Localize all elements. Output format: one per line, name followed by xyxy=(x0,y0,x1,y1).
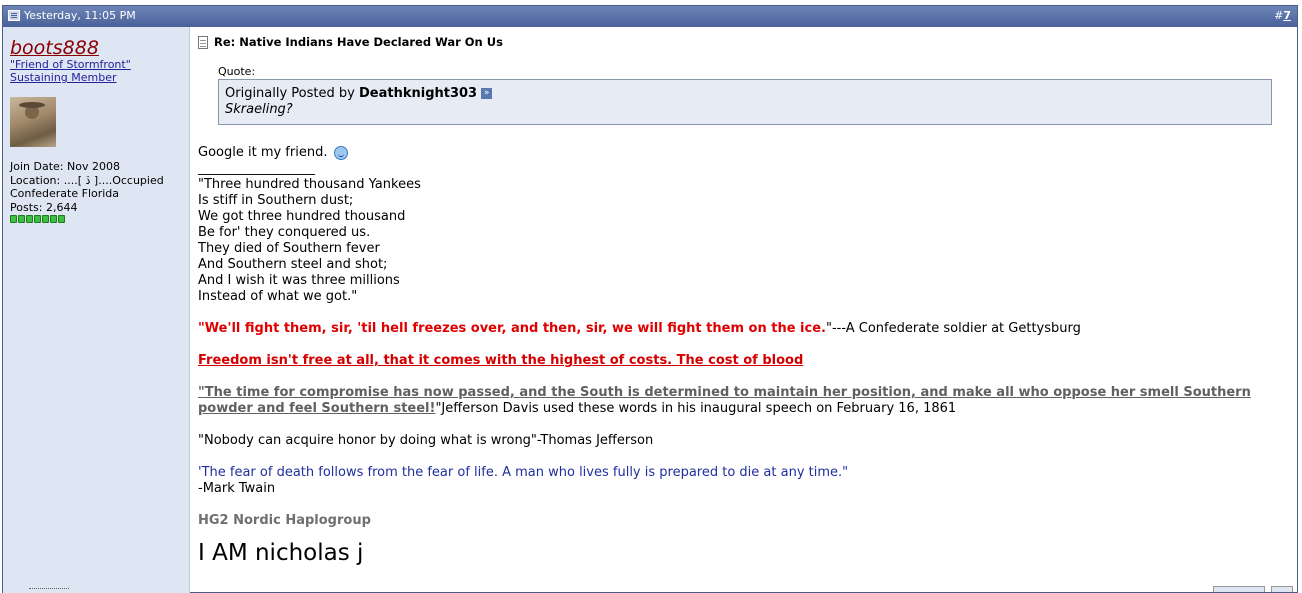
user-info-panel: boots888 "Friend of Stormfront" Sustaini… xyxy=(3,27,190,593)
signature-big-text: I AM nicholas j xyxy=(198,540,364,566)
post-content: Re: Native Indians Have Declared War On … xyxy=(190,27,1297,592)
poem-line: Instead of what we got." xyxy=(198,289,358,304)
post-count: Posts: 2,644 xyxy=(10,200,78,214)
poem-line: Be for' they conquered us. xyxy=(198,225,371,240)
signature-quote-1: "We'll fight them, sir, 'til hell freeze… xyxy=(198,321,1081,336)
signature-quote-5: 'The fear of death follows from the fear… xyxy=(198,465,849,480)
post-number[interactable]: #7 xyxy=(1274,9,1291,22)
quote-box: Originally Posted by Deathknight303» Skr… xyxy=(218,79,1272,125)
location-continued: Confederate Florida xyxy=(10,187,120,200)
reputation-pip xyxy=(50,215,57,223)
user-title-line[interactable]: "Friend of Stormfront" xyxy=(10,58,131,71)
post-title-text: Re: Native Indians Have Declared War On … xyxy=(214,35,503,49)
signature-quote-3: "The time for compromise has now passed,… xyxy=(198,385,1251,416)
poem-line: And Southern steel and shot; xyxy=(198,257,388,272)
location: Location: ....[ ڏ ]....Occupied xyxy=(10,173,164,187)
quote-author: Deathknight303 xyxy=(358,86,478,101)
document-icon xyxy=(198,35,208,49)
signature-quote-5-author: -Mark Twain xyxy=(198,481,276,496)
view-post-arrow-icon[interactable]: » xyxy=(481,88,493,99)
poem-line: And I wish it was three millions xyxy=(198,273,400,288)
reputation-pip xyxy=(42,215,49,223)
reputation-pip xyxy=(10,215,17,223)
join-date: Join Date: Nov 2008 xyxy=(10,160,120,173)
signature-quote-2[interactable]: Freedom isn't free at all, that it comes… xyxy=(198,353,1294,369)
multi-quote-button[interactable] xyxy=(1271,586,1293,592)
smiley-icon xyxy=(333,145,348,160)
user-title[interactable]: "Friend of Stormfront" Sustaining Member xyxy=(10,58,131,84)
poem-line: Is stiff in Southern dust; xyxy=(198,193,354,208)
reply-text: Google it my friend. xyxy=(198,145,328,160)
post-title: Re: Native Indians Have Declared War On … xyxy=(198,35,503,49)
post-date: Yesterday, 11:05 PM xyxy=(8,9,136,22)
haplogroup-text: HG2 Nordic Haplogroup xyxy=(198,513,371,528)
post-action-buttons xyxy=(1213,586,1293,592)
reputation-pip xyxy=(26,215,33,223)
reputation-bar xyxy=(10,215,164,223)
avatar[interactable] xyxy=(10,97,56,147)
signature: "Three hundred thousand Yankees Is stiff… xyxy=(198,177,1294,567)
user-rank-line[interactable]: Sustaining Member xyxy=(10,71,131,84)
quote-label: Quote: xyxy=(218,65,256,78)
forum-post: Yesterday, 11:05 PM #7 boots888 "Friend … xyxy=(2,5,1298,593)
poem-line: "Three hundred thousand Yankees xyxy=(198,177,421,192)
post-status-icon xyxy=(8,10,20,21)
post-timestamp: Yesterday, 11:05 PM xyxy=(24,9,136,22)
post-permalink[interactable]: #7 xyxy=(1274,9,1291,22)
poem-line: They died of Southern fever xyxy=(198,241,380,256)
reputation-pip xyxy=(34,215,41,223)
reputation-pip xyxy=(18,215,25,223)
signature-divider: __________________ xyxy=(198,161,315,176)
post-body: Google it my friend. __________________ … xyxy=(198,145,1294,567)
username-link[interactable]: boots888 xyxy=(10,37,99,59)
quote-button[interactable] xyxy=(1213,586,1265,592)
quoted-text: Skraeling? xyxy=(225,102,293,117)
reputation-pip xyxy=(58,215,65,223)
post-header-bar: Yesterday, 11:05 PM #7 xyxy=(3,6,1297,27)
sidebar-footer-link[interactable] xyxy=(29,588,69,593)
signature-quote-4: "Nobody can acquire honor by doing what … xyxy=(198,433,654,448)
user-stats: Join Date: Nov 2008 Location: ....[ ڏ ].… xyxy=(10,160,164,223)
quote-prefix: Originally Posted by xyxy=(225,86,355,101)
poem-line: We got three hundred thousand xyxy=(198,209,406,224)
